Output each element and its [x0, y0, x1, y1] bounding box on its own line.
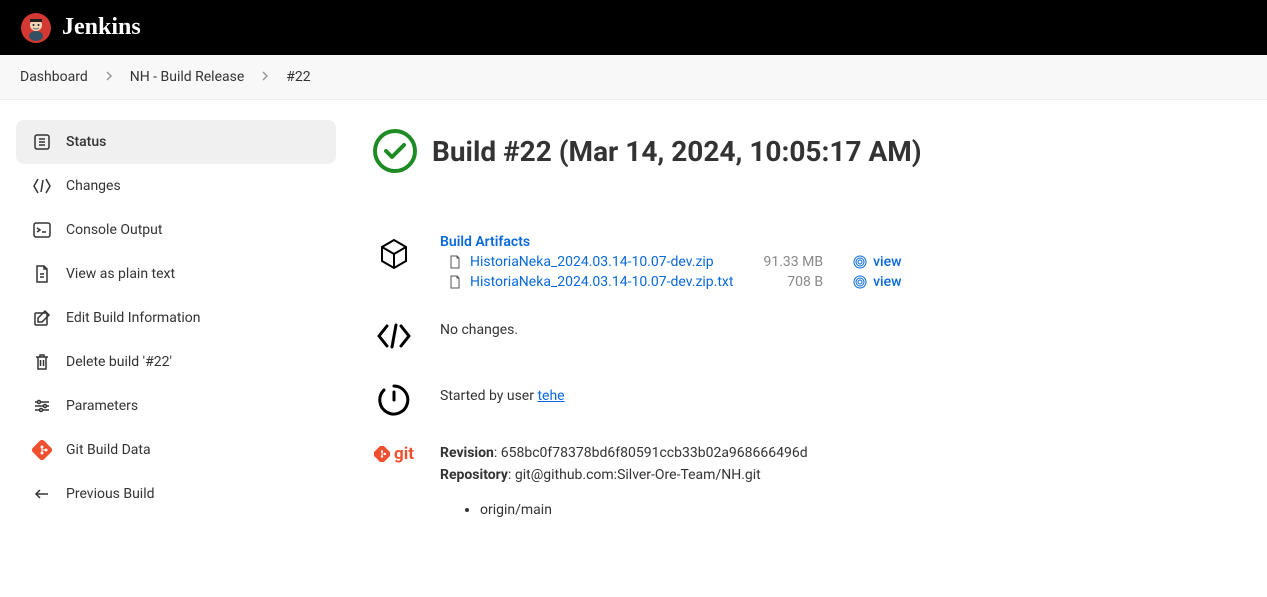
breadcrumb: Dashboard NH - Build Release #22 — [0, 55, 1267, 100]
sidebar-item-edit[interactable]: Edit Build Information — [16, 296, 336, 340]
file-icon — [448, 255, 462, 269]
artifacts-title[interactable]: Build Artifacts — [440, 234, 1247, 250]
sidebar-item-plaintext[interactable]: View as plain text — [16, 252, 336, 296]
package-icon — [372, 234, 416, 272]
artifacts-section: Build Artifacts HistoriaNeka_2024.03.14-… — [372, 234, 1247, 290]
sidebar-item-label: Delete build '#22' — [66, 354, 172, 370]
header: Jenkins — [0, 0, 1267, 55]
sidebar-item-console[interactable]: Console Output — [16, 208, 336, 252]
revision-label: Revision — [440, 445, 494, 461]
trigger-section: Started by user tehe — [372, 380, 1247, 418]
breadcrumb-item-dashboard[interactable]: Dashboard — [20, 69, 88, 85]
sidebar-item-label: Edit Build Information — [66, 310, 201, 326]
sidebar-item-git[interactable]: Git Build Data — [16, 428, 336, 472]
revision-value: 658bc0f78378bd6f80591ccb33b02a968666496d — [501, 445, 808, 461]
breadcrumb-item-build[interactable]: #22 — [286, 69, 310, 85]
trash-icon — [32, 352, 52, 372]
sidebar-item-parameters[interactable]: Parameters — [16, 384, 336, 428]
branch-item: origin/main — [480, 499, 1247, 521]
header-logo[interactable]: Jenkins — [20, 12, 141, 44]
sidebar-item-label: Status — [66, 134, 106, 150]
artifact-link[interactable]: HistoriaNeka_2024.03.14-10.07-dev.zip.tx… — [470, 274, 733, 290]
status-icon — [32, 132, 52, 152]
sidebar-item-previous[interactable]: Previous Build — [16, 472, 336, 516]
trigger-user-link[interactable]: tehe — [537, 388, 564, 404]
artifact-size: 91.33 MB — [763, 254, 823, 270]
sidebar-item-label: Parameters — [66, 398, 138, 414]
header-title: Jenkins — [62, 14, 141, 41]
sidebar-item-delete[interactable]: Delete build '#22' — [16, 340, 336, 384]
file-icon — [448, 275, 462, 289]
sidebar-item-label: Git Build Data — [66, 442, 151, 458]
git-label: git — [374, 444, 414, 464]
document-icon — [32, 264, 52, 284]
page-title: Build #22 (Mar 14, 2024, 10:05:17 AM) — [432, 135, 922, 168]
sliders-icon — [32, 396, 52, 416]
changes-icon — [32, 176, 52, 196]
page-title-row: Build #22 (Mar 14, 2024, 10:05:17 AM) — [372, 128, 1247, 174]
sidebar-item-label: Console Output — [66, 222, 162, 238]
fingerprint-icon — [853, 275, 867, 289]
trigger-prefix: Started by user — [440, 388, 537, 404]
breadcrumb-item-job[interactable]: NH - Build Release — [130, 69, 245, 85]
changes-section: No changes. — [372, 314, 1247, 356]
artifact-link[interactable]: HistoriaNeka_2024.03.14-10.07-dev.zip — [470, 254, 714, 270]
sidebar-item-changes[interactable]: Changes — [16, 164, 336, 208]
sidebar: Status Changes Console Output View as pl… — [0, 120, 352, 545]
repository-value: git@github.com:Silver-Ore-Team/NH.git — [515, 467, 761, 483]
changes-text: No changes. — [440, 322, 518, 338]
timer-icon — [372, 380, 416, 418]
sidebar-item-label: Changes — [66, 178, 121, 194]
success-icon — [372, 128, 418, 174]
artifact-view-link[interactable]: view — [853, 274, 901, 290]
sidebar-item-label: Previous Build — [66, 486, 155, 502]
main-content: Build #22 (Mar 14, 2024, 10:05:17 AM) Bu… — [352, 120, 1267, 545]
sidebar-item-label: View as plain text — [66, 266, 175, 282]
chevron-right-icon — [104, 69, 114, 85]
chevron-right-icon — [260, 69, 270, 85]
git-section: git Revision: 658bc0f78378bd6f80591ccb33… — [372, 442, 1247, 521]
artifact-size: 708 B — [763, 274, 823, 290]
fingerprint-icon — [853, 255, 867, 269]
console-icon — [32, 220, 52, 240]
edit-icon — [32, 308, 52, 328]
jenkins-icon — [20, 12, 52, 44]
repository-label: Repository — [440, 467, 508, 483]
sidebar-item-status[interactable]: Status — [16, 120, 336, 164]
arrow-left-icon — [32, 484, 52, 504]
git-diamond-icon — [374, 446, 390, 462]
code-icon — [372, 314, 416, 356]
git-icon — [32, 440, 52, 460]
artifact-view-link[interactable]: view — [853, 254, 901, 270]
